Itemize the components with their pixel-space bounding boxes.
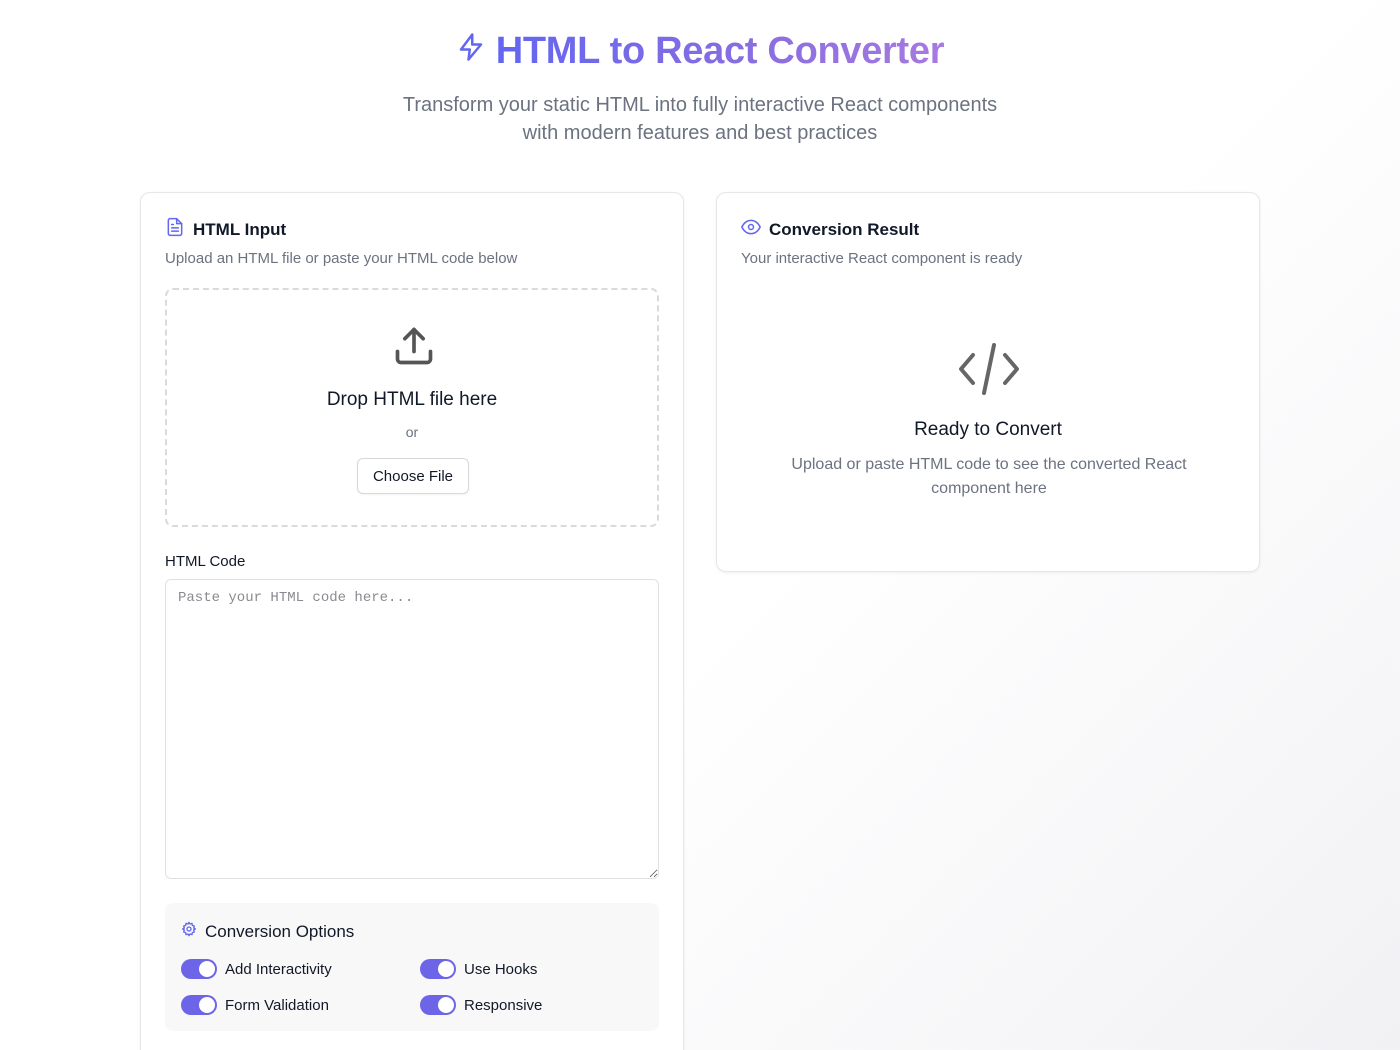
card-header: HTML Input Upload an HTML file or paste … (165, 217, 659, 267)
html-code-label: HTML Code (165, 553, 246, 570)
html-code-input[interactable] (165, 579, 659, 879)
toggle-switch[interactable] (420, 995, 456, 1015)
page-title: HTML to React Converter (456, 30, 945, 73)
conversion-options-panel: Conversion Options Add Interactivity Use… (165, 903, 659, 1031)
empty-state-line: Upload or paste HTML code to see the con… (791, 456, 1187, 473)
page-title-text: HTML to React Converter (495, 30, 945, 72)
dropzone-or-text: or (405, 424, 419, 440)
eye-icon (741, 217, 761, 242)
option-form-validation: Form Validation (181, 995, 329, 1015)
toggle-knob (199, 961, 215, 977)
subtitle-line: with modern features and best practices (522, 122, 878, 144)
code-icon (957, 341, 1021, 402)
lightning-icon (456, 30, 486, 73)
option-label: Form Validation (225, 996, 329, 1014)
option-label: Responsive (464, 996, 543, 1014)
option-use-hooks: Use Hooks (420, 959, 537, 979)
card-description: Your interactive React component is read… (741, 250, 1023, 267)
toggle-knob (438, 997, 454, 1013)
file-text-icon (165, 217, 185, 242)
dropzone-title: Drop HTML file here (326, 389, 498, 410)
card-title: HTML Input (165, 217, 659, 242)
html-input-card: HTML Input Upload an HTML file or paste … (140, 192, 684, 1050)
toggle-knob (438, 961, 454, 977)
file-dropzone[interactable]: Drop HTML file here or Choose File (165, 288, 659, 527)
choose-file-button[interactable]: Choose File (357, 458, 469, 494)
options-title: Conversion Options (181, 921, 354, 942)
toggle-knob (199, 997, 215, 1013)
toggle-switch[interactable] (181, 959, 217, 979)
option-add-interactivity: Add Interactivity (181, 959, 332, 979)
card-description: Upload an HTML file or paste your HTML c… (165, 250, 518, 267)
option-responsive: Responsive (420, 995, 542, 1015)
option-label: Add Interactivity (225, 960, 332, 978)
conversion-result-card: Conversion Result Your interactive React… (716, 192, 1260, 572)
empty-state-description: Upload or paste HTML code to see the con… (767, 453, 1211, 501)
upload-icon (392, 324, 436, 373)
empty-state-line: component here (931, 480, 1047, 497)
toggle-switch[interactable] (181, 995, 217, 1015)
card-title-text: Conversion Result (769, 219, 920, 239)
empty-state-title: Ready to Convert (914, 419, 1062, 440)
settings-icon (181, 921, 197, 942)
option-label: Use Hooks (464, 960, 538, 978)
card-title-text: HTML Input (193, 219, 287, 239)
toggle-switch[interactable] (420, 959, 456, 979)
options-title-text: Conversion Options (205, 921, 355, 941)
card-header: Conversion Result Your interactive React… (741, 217, 1235, 268)
page-header: HTML to React Converter Transform your s… (0, 30, 1400, 147)
page-subtitle: Transform your static HTML into fully in… (370, 91, 1030, 147)
subtitle-line: Transform your static HTML into fully in… (402, 94, 998, 116)
card-title: Conversion Result (741, 217, 1235, 242)
